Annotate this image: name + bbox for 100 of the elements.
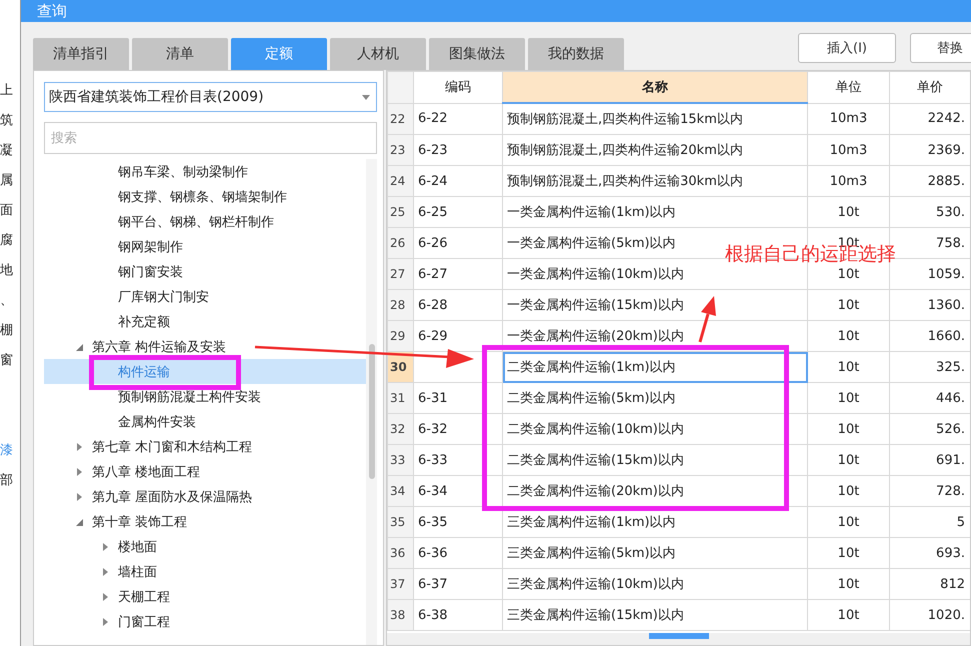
tab[interactable]: 图集做法 <box>429 38 525 70</box>
table-cell: 6-38 <box>414 600 502 630</box>
table-cell: 一类金属构件运输(20km)以内 <box>502 320 808 352</box>
side-item[interactable]: 腐 <box>0 226 13 256</box>
side-item[interactable]: 地 <box>0 256 13 286</box>
tab[interactable]: 人材机 <box>330 38 426 70</box>
tree-item[interactable]: 门窗工程 <box>44 609 366 634</box>
side-item[interactable]: 窗 <box>0 346 13 376</box>
row-number: 26 <box>388 228 414 258</box>
tab[interactable]: 清单 <box>132 38 228 70</box>
collapsed-triangle-icon[interactable] <box>74 466 84 476</box>
table-cell: 6-24 <box>414 166 502 196</box>
expanded-triangle-icon[interactable] <box>74 342 84 352</box>
table-cell: 10t <box>808 382 890 414</box>
column-header[interactable]: 名称 <box>502 72 808 103</box>
table-cell: 10t <box>808 600 890 630</box>
column-header[interactable]: 单价 <box>890 72 970 103</box>
row-number: 27 <box>388 258 414 290</box>
table-cell: 10t <box>808 290 890 320</box>
collapsed-triangle-icon[interactable] <box>100 616 110 626</box>
dropdown-caret-icon <box>362 94 370 100</box>
tree-item[interactable]: 补充定额 <box>44 309 366 334</box>
table-cell: 预制钢筋混凝土,四类构件运输15km以内 <box>502 103 808 134</box>
tree-item[interactable]: 第九章 屋面防水及保温隔热 <box>44 484 366 509</box>
table-cell: 预制钢筋混凝土,四类构件运输30km以内 <box>502 166 808 196</box>
tree-item[interactable]: 钢平台、钢梯、钢栏杆制作 <box>44 209 366 234</box>
row-number: 28 <box>388 290 414 320</box>
scrollbar[interactable] <box>366 159 377 645</box>
table-cell: 10t <box>808 506 890 538</box>
table-cell: 6-32 <box>414 414 502 444</box>
tree-item[interactable]: 钢吊车梁、制动梁制作 <box>44 159 366 184</box>
row-number: 29 <box>388 320 414 352</box>
expanded-triangle-icon[interactable] <box>74 516 84 526</box>
table-cell: 二类金属构件运输(15km)以内 <box>502 444 808 476</box>
table-cell: 10t <box>808 414 890 444</box>
tab[interactable]: 我的数据 <box>528 38 624 70</box>
row-number: 23 <box>388 134 414 166</box>
row-number: 24 <box>388 166 414 196</box>
table-cell: 三类金属构件运输(1km)以内 <box>502 506 808 538</box>
table-cell: 6-25 <box>414 196 502 228</box>
collapsed-triangle-icon[interactable] <box>74 442 84 452</box>
library-dropdown[interactable]: 陕西省建筑装饰工程价目表(2009) <box>44 82 377 112</box>
side-item[interactable]: 筑 <box>0 106 13 136</box>
tree-item[interactable]: 楼地面 <box>44 534 366 559</box>
side-item[interactable]: 面 <box>0 196 13 226</box>
table-cell: 二类金属构件运输(1km)以内 <box>502 352 808 382</box>
side-item[interactable]: 属 <box>0 166 13 196</box>
tree-item[interactable]: 钢门窗安装 <box>44 259 366 284</box>
tree-item[interactable]: 金属构件安装 <box>44 409 366 434</box>
tree-item[interactable]: 第八章 楼地面工程 <box>44 459 366 484</box>
search-field[interactable]: 搜索 <box>44 122 377 154</box>
side-item[interactable]: 上 <box>0 76 13 106</box>
side-item[interactable]: 部 <box>0 466 13 496</box>
table-cell: 6-34 <box>414 476 502 506</box>
tree-item[interactable]: 墙柱面 <box>44 559 366 584</box>
scrollbar-handle[interactable] <box>648 633 708 639</box>
row-number: 36 <box>388 538 414 568</box>
row-number: 32 <box>388 414 414 444</box>
tree-item[interactable]: 第七章 木门窗和木结构工程 <box>44 434 366 459</box>
table-cell: 10t <box>808 196 890 228</box>
row-number: 38 <box>388 600 414 630</box>
tree-item[interactable]: 天棚工程 <box>44 584 366 609</box>
row-number: 35 <box>388 506 414 538</box>
tree-item[interactable]: 第六章 构件运输及安装 <box>44 334 366 359</box>
table-cell: 10m3 <box>808 166 890 196</box>
tree-item[interactable]: 第十章 装饰工程 <box>44 509 366 534</box>
tab[interactable]: 清单指引 <box>33 38 129 70</box>
row-number: 31 <box>388 382 414 414</box>
table-cell: 6-26 <box>414 228 502 258</box>
table-cell: 10m3 <box>808 134 890 166</box>
side-item[interactable]: 、 <box>0 286 13 316</box>
toolbar-button[interactable]: 替换 <box>910 33 971 63</box>
tree-item[interactable]: 预制钢筋混凝土构件安装 <box>44 384 366 409</box>
table-cell: 二类金属构件运输(5km)以内 <box>502 382 808 414</box>
tree-item[interactable]: 钢支撑、钢檩条、钢墙架制作 <box>44 184 366 209</box>
toolbar-button[interactable]: 插入(I) <box>798 33 896 63</box>
tree-item[interactable]: 钢网架制作 <box>44 234 366 259</box>
collapsed-triangle-icon[interactable] <box>100 592 110 602</box>
table-cell: 10m3 <box>808 103 890 134</box>
tree-item[interactable]: 厂库钢大门制安 <box>44 284 366 309</box>
table-cell: 预制钢筋混凝土,四类构件运输20km以内 <box>502 134 808 166</box>
side-item[interactable]: 凝 <box>0 136 13 166</box>
table-cell: 6-22 <box>414 103 502 134</box>
side-item[interactable]: 棚 <box>0 316 13 346</box>
table-cell: 6-23 <box>414 134 502 166</box>
collapsed-triangle-icon[interactable] <box>74 492 84 502</box>
table-cell: 三类金属构件运输(15km)以内 <box>502 600 808 630</box>
table-cell: 10t <box>808 320 890 352</box>
collapsed-triangle-icon[interactable] <box>100 566 110 576</box>
table-cell: 10t <box>808 568 890 600</box>
table-cell: 10t <box>808 444 890 476</box>
window-title: 查询 <box>37 2 67 20</box>
arrow <box>698 296 716 342</box>
collapsed-triangle-icon[interactable] <box>100 542 110 552</box>
table-cell: 6-28 <box>414 290 502 320</box>
column-header[interactable]: 单位 <box>808 72 890 103</box>
table-cell: 10t <box>808 538 890 568</box>
table-cell: 三类金属构件运输(10km)以内 <box>502 568 808 600</box>
column-header[interactable]: 编码 <box>414 72 502 103</box>
table-cell: 6-36 <box>414 538 502 568</box>
